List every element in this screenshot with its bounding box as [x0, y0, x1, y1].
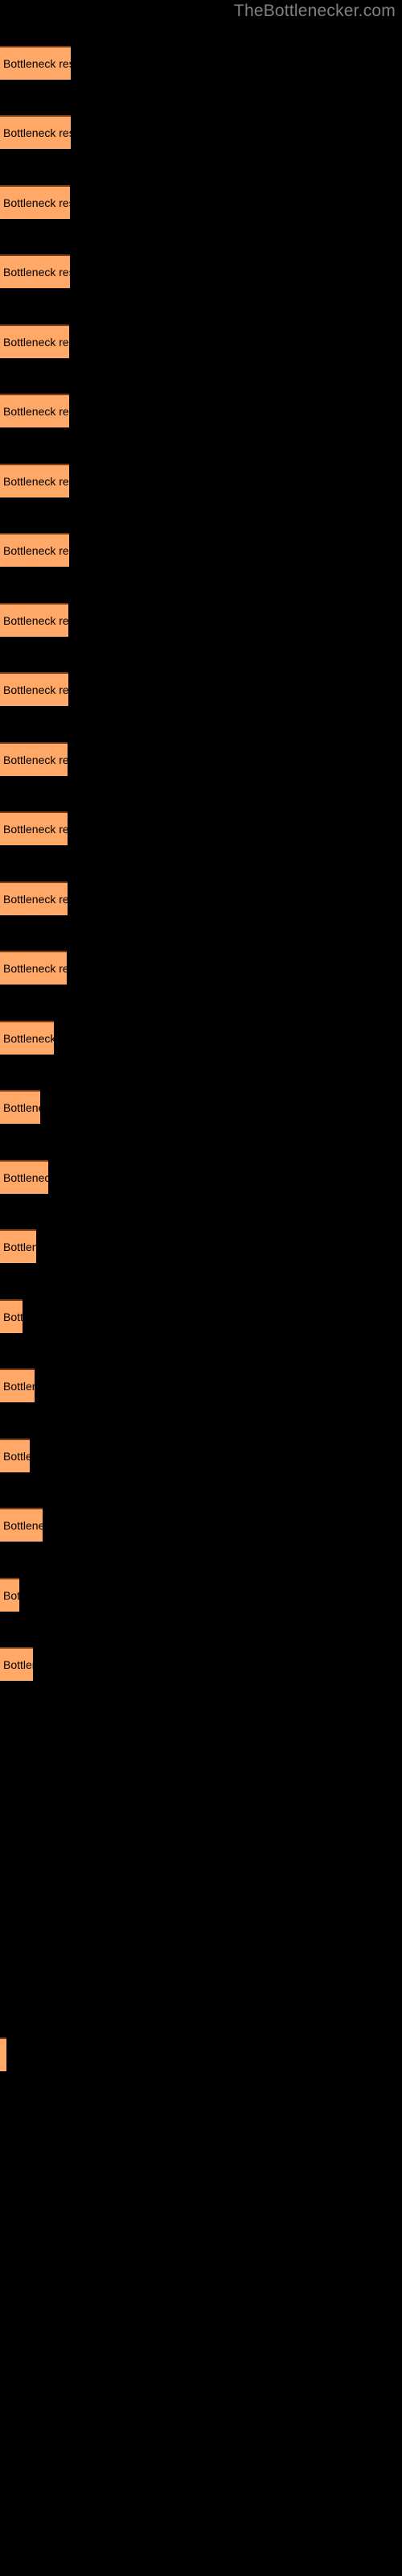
- bar-label: Bottleneck result: [3, 893, 68, 906]
- bottleneck-result-bar[interactable]: Bottleneck result: [0, 742, 68, 776]
- bar-label: Bottleneck: [3, 1519, 43, 1532]
- bar-label: Bottleneck result: [3, 266, 70, 279]
- bar-label: Bottleneck result: [3, 683, 68, 696]
- bottleneck-result-bar[interactable]: Bottleneck result: [0, 811, 68, 845]
- chart-root: TheBottlenecker.com Bottleneck resultBot…: [0, 0, 402, 2576]
- bar-label: Bottlene: [3, 1241, 36, 1253]
- bottleneck-result-bar[interactable]: [0, 2037, 6, 2071]
- bar-label: Bottleneck result: [3, 544, 69, 557]
- bar-label: Bott: [3, 1589, 19, 1602]
- bottleneck-result-bar[interactable]: Bottleneck result: [0, 254, 70, 288]
- bottleneck-result-bar[interactable]: Bottleneck result: [0, 394, 69, 427]
- bar-label: Bottleneck result: [3, 126, 71, 139]
- bar-label: Bottleneck result: [3, 753, 68, 766]
- bar-label: Bottleneck result: [3, 823, 68, 836]
- bottleneck-result-bar[interactable]: Bottleneck result: [0, 46, 71, 80]
- bottleneck-result-bar[interactable]: Bottleneck result: [0, 533, 69, 567]
- bar-label: Bottlene: [3, 1658, 33, 1671]
- bar-label: Bottleneck result: [3, 475, 69, 488]
- bar-label: Bottleneck result: [3, 962, 67, 975]
- bottleneck-result-bar[interactable]: Bottleneck result: [0, 464, 69, 497]
- bar-label: Bottleneck result: [3, 614, 68, 627]
- bar-label: Bottleneck re: [3, 1171, 48, 1184]
- bottleneck-result-bar[interactable]: Bottleneck result: [0, 115, 71, 149]
- bottleneck-result-bar[interactable]: Bottleneck re: [0, 1160, 48, 1194]
- bottleneck-result-bar[interactable]: Bottlen: [0, 1439, 30, 1472]
- bar-label: Bottleneck res: [3, 1032, 54, 1045]
- bar-label: Bottlenec: [3, 1101, 40, 1114]
- bottleneck-result-bar[interactable]: Bottlene: [0, 1647, 33, 1681]
- bottleneck-result-bar[interactable]: Bottleneck result: [0, 951, 67, 985]
- bar-label: Bottleneck result: [3, 57, 71, 70]
- bottleneck-result-bar[interactable]: Bott: [0, 1578, 19, 1612]
- bar-label: Bottlene: [3, 1380, 35, 1393]
- bar-label: Bottl: [3, 1311, 23, 1323]
- bottleneck-result-bar[interactable]: Bottlene: [0, 1229, 36, 1263]
- bar-label: Bottleneck result: [3, 405, 69, 418]
- bottleneck-result-bar[interactable]: Bottleneck result: [0, 324, 69, 358]
- bar-label: Bottleneck result: [3, 196, 70, 209]
- bottleneck-result-bar[interactable]: Bottleneck result: [0, 881, 68, 915]
- bar-label: Bottleneck result: [3, 336, 69, 349]
- bottleneck-result-bar[interactable]: Bottleneck res: [0, 1021, 54, 1055]
- bottleneck-result-bar[interactable]: Bottl: [0, 1299, 23, 1333]
- bottleneck-result-bar[interactable]: Bottlenec: [0, 1090, 40, 1124]
- bottleneck-result-bar[interactable]: Bottleneck result: [0, 185, 70, 219]
- bottleneck-result-bar[interactable]: Bottleneck result: [0, 672, 68, 706]
- bar-label: Bottlen: [3, 1450, 30, 1463]
- bottleneck-result-bar[interactable]: Bottleneck result: [0, 603, 68, 637]
- bar-list: Bottleneck result Bottleneck result Bottle…: [0, 0, 402, 2576]
- bottleneck-result-bar[interactable]: Bottlene: [0, 1368, 35, 1402]
- bottleneck-result-bar[interactable]: Bottleneck: [0, 1508, 43, 1542]
